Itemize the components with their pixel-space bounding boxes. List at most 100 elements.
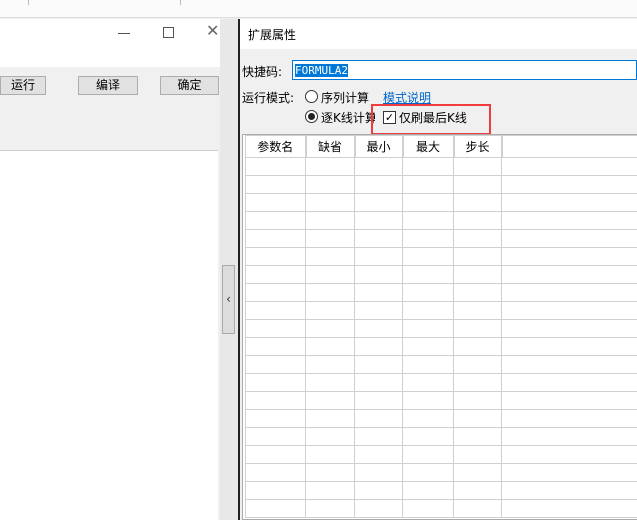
table-row[interactable] — [245, 157, 637, 176]
table-cell[interactable] — [305, 481, 355, 500]
table-cell[interactable] — [453, 337, 502, 356]
table-cell[interactable] — [402, 301, 454, 320]
table-cell[interactable] — [305, 301, 355, 320]
table-cell[interactable] — [453, 445, 502, 464]
table-cell[interactable] — [305, 247, 355, 266]
table-row[interactable] — [245, 193, 637, 212]
column-header[interactable]: 参数名 — [245, 135, 307, 158]
table-cell[interactable] — [453, 265, 502, 284]
table-cell[interactable] — [453, 175, 502, 194]
table-cell[interactable] — [354, 211, 403, 230]
table-cell[interactable] — [501, 319, 637, 338]
table-cell[interactable] — [354, 247, 403, 266]
table-cell[interactable] — [245, 445, 306, 464]
table-row[interactable] — [245, 283, 637, 302]
column-header[interactable]: 最小 — [354, 135, 404, 158]
refresh-last-label[interactable]: 仅刷最后K线 — [399, 109, 467, 126]
table-cell[interactable] — [245, 283, 306, 302]
table-cell[interactable] — [453, 211, 502, 230]
mode-per-bar-label[interactable]: 逐K线计算 — [321, 109, 375, 126]
compile-button[interactable]: 编译 — [78, 76, 138, 95]
table-cell[interactable] — [453, 481, 502, 500]
table-cell[interactable] — [354, 463, 403, 482]
table-row[interactable] — [245, 463, 637, 482]
table-row[interactable] — [245, 391, 637, 410]
table-row[interactable] — [245, 373, 637, 392]
table-cell[interactable] — [501, 247, 637, 266]
column-header[interactable]: 最大 — [402, 135, 455, 158]
table-cell[interactable] — [305, 229, 355, 248]
table-cell[interactable] — [305, 211, 355, 230]
table-cell[interactable] — [453, 499, 502, 518]
table-cell[interactable] — [453, 301, 502, 320]
table-cell[interactable] — [354, 445, 403, 464]
table-row[interactable] — [245, 355, 637, 374]
table-cell[interactable] — [245, 355, 306, 374]
table-cell[interactable] — [453, 283, 502, 302]
table-cell[interactable] — [402, 337, 454, 356]
table-cell[interactable] — [453, 157, 502, 176]
table-cell[interactable] — [501, 355, 637, 374]
table-cell[interactable] — [245, 463, 306, 482]
editor-area[interactable] — [0, 150, 218, 520]
table-cell[interactable] — [501, 373, 637, 392]
table-cell[interactable] — [305, 319, 355, 338]
table-row[interactable] — [245, 247, 637, 266]
table-cell[interactable] — [402, 355, 454, 374]
table-cell[interactable] — [354, 409, 403, 428]
table-cell[interactable] — [245, 211, 306, 230]
table-row[interactable] — [245, 229, 637, 248]
table-cell[interactable] — [453, 193, 502, 212]
mode-sequence-radio[interactable] — [305, 90, 318, 103]
table-cell[interactable] — [453, 319, 502, 338]
table-cell[interactable] — [402, 463, 454, 482]
table-cell[interactable] — [501, 265, 637, 284]
table-cell[interactable] — [402, 157, 454, 176]
table-row[interactable] — [245, 301, 637, 320]
table-cell[interactable] — [501, 445, 637, 464]
table-cell[interactable] — [305, 499, 355, 518]
table-cell[interactable] — [453, 229, 502, 248]
table-cell[interactable] — [354, 499, 403, 518]
table-cell[interactable] — [305, 175, 355, 194]
table-cell[interactable] — [305, 427, 355, 446]
table-cell[interactable] — [305, 265, 355, 284]
table-cell[interactable] — [501, 391, 637, 410]
table-cell[interactable] — [245, 193, 306, 212]
table-cell[interactable] — [305, 283, 355, 302]
table-cell[interactable] — [305, 193, 355, 212]
table-row[interactable] — [245, 211, 637, 230]
table-cell[interactable] — [402, 283, 454, 302]
table-cell[interactable] — [245, 247, 306, 266]
table-cell[interactable] — [501, 409, 637, 428]
table-cell[interactable] — [501, 229, 637, 248]
table-row[interactable] — [245, 409, 637, 428]
table-cell[interactable] — [402, 445, 454, 464]
table-row[interactable] — [245, 481, 637, 500]
table-cell[interactable] — [501, 463, 637, 482]
column-header[interactable] — [501, 135, 637, 158]
table-cell[interactable] — [245, 301, 306, 320]
table-cell[interactable] — [245, 427, 306, 446]
table-cell[interactable] — [453, 355, 502, 374]
table-cell[interactable] — [501, 157, 637, 176]
table-row[interactable] — [245, 337, 637, 356]
table-cell[interactable] — [354, 265, 403, 284]
table-cell[interactable] — [354, 283, 403, 302]
table-cell[interactable] — [354, 355, 403, 374]
table-cell[interactable] — [453, 427, 502, 446]
table-cell[interactable] — [402, 175, 454, 194]
table-cell[interactable] — [245, 481, 306, 500]
table-cell[interactable] — [245, 391, 306, 410]
table-cell[interactable] — [305, 157, 355, 176]
table-cell[interactable] — [501, 283, 637, 302]
table-cell[interactable] — [245, 265, 306, 284]
table-row[interactable] — [245, 265, 637, 284]
table-cell[interactable] — [354, 229, 403, 248]
table-cell[interactable] — [305, 373, 355, 392]
table-cell[interactable] — [501, 481, 637, 500]
table-cell[interactable] — [305, 337, 355, 356]
table-row[interactable] — [245, 175, 637, 194]
table-cell[interactable] — [402, 391, 454, 410]
table-cell[interactable] — [402, 373, 454, 392]
